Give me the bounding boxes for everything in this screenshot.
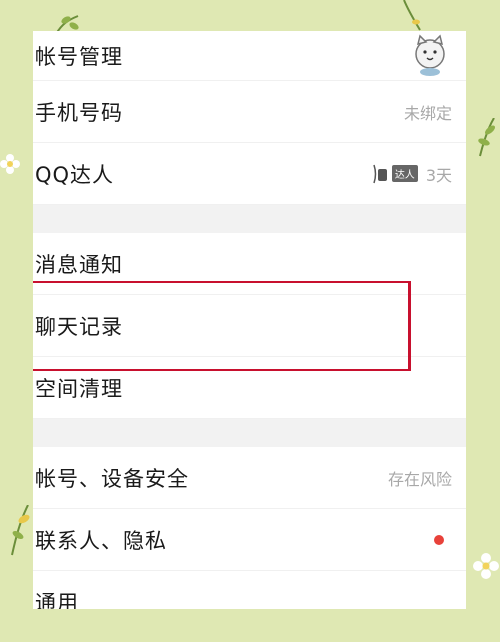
flower-icon <box>0 154 20 174</box>
qq-daren-badge-text: 达人 <box>391 165 418 182</box>
contacts-privacy-label: 联系人、隐私 <box>35 528 167 553</box>
account-manage-label: 帐号管理 <box>35 44 123 69</box>
avatar-cat-icon <box>415 34 445 76</box>
general-label: 通用 <box>35 590 79 610</box>
leaf-icon <box>478 118 495 157</box>
contacts-privacy-item[interactable]: 联系人、隐私 <box>33 509 466 571</box>
section-divider <box>33 419 466 447</box>
qq-daren-days: 3天 <box>425 165 452 185</box>
section-divider <box>33 205 466 233</box>
space-clean-label: 空间清理 <box>35 376 123 401</box>
account-security-label: 帐号、设备安全 <box>35 466 189 491</box>
settings-screen: 帐号管理 手机号码 未绑定 QQ达人 达人 3天 消息通知 聊天记录 空间清理 … <box>33 31 466 609</box>
leaf-icon <box>11 505 30 556</box>
security-risk-status: 存在风险 <box>387 469 452 489</box>
phone-number-label: 手机号码 <box>35 100 123 125</box>
qq-daren-label: QQ达人 <box>35 162 115 187</box>
account-security-item[interactable]: 帐号、设备安全 存在风险 <box>33 447 466 509</box>
qq-daren-item[interactable]: QQ达人 达人 3天 <box>33 143 466 205</box>
phone-number-item[interactable]: 手机号码 未绑定 <box>33 81 466 143</box>
qq-daren-badge-graphic <box>373 164 387 183</box>
leaf-icon <box>403 0 421 31</box>
account-manage-item[interactable]: 帐号管理 <box>33 31 466 81</box>
qq-daren-badge-icon: 达人 <box>372 163 418 185</box>
chat-history-highlight-box <box>33 281 411 371</box>
red-dot-badge <box>434 534 444 545</box>
general-item[interactable]: 通用 <box>33 571 466 609</box>
phone-status-value: 未绑定 <box>403 103 452 123</box>
notifications-label: 消息通知 <box>35 252 123 277</box>
flower-icon <box>473 553 499 579</box>
